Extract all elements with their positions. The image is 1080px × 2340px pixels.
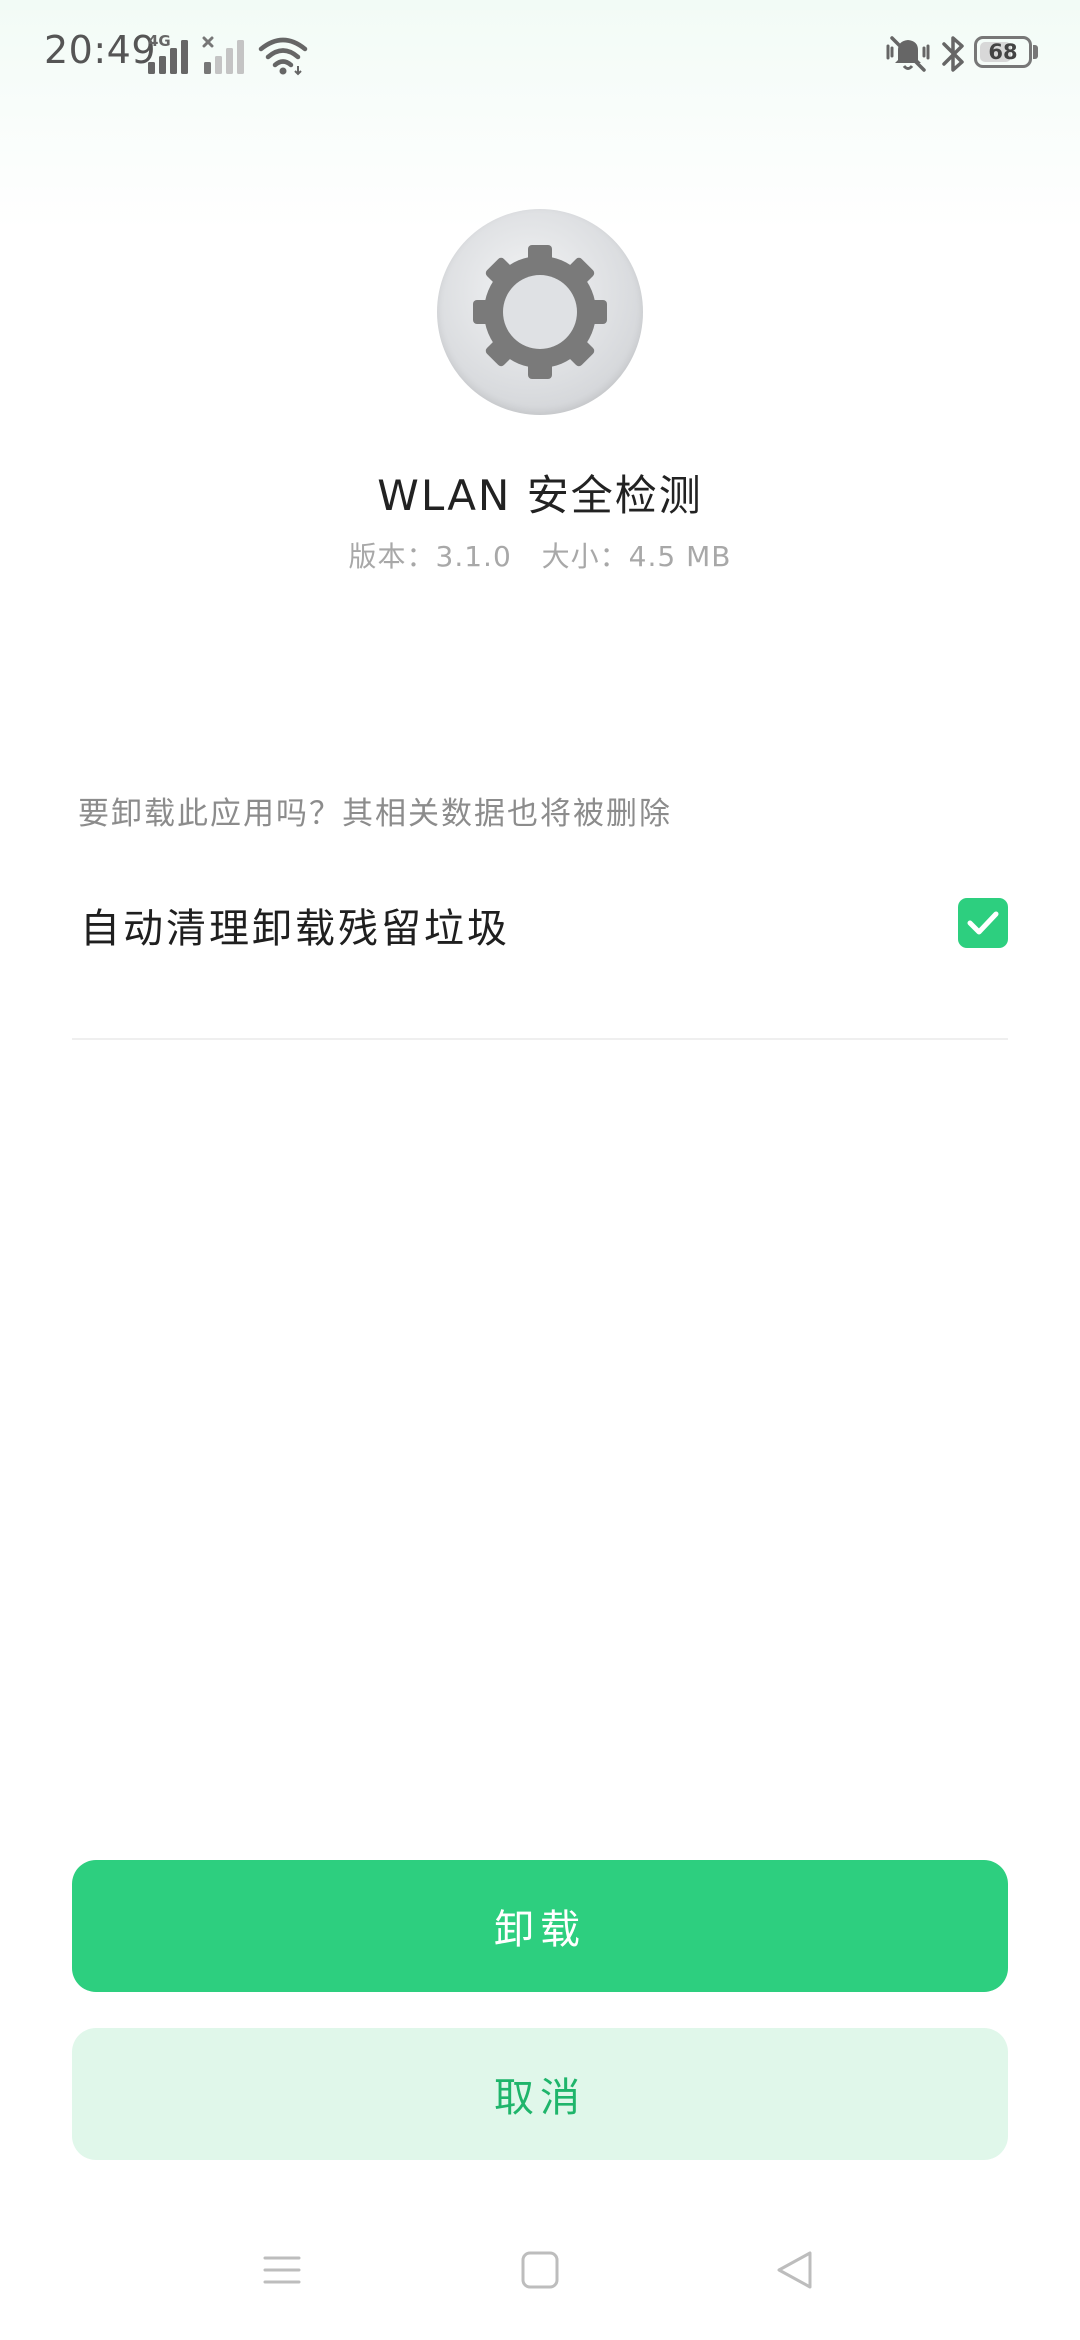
network-type-label: 4G	[148, 32, 171, 50]
cancel-button[interactable]: 取消	[72, 2028, 1008, 2160]
battery-percentage: 68	[988, 40, 1018, 64]
wifi-icon	[258, 36, 308, 80]
uninstall-button[interactable]: 卸载	[72, 1860, 1008, 1992]
status-time: 20:49	[44, 28, 157, 72]
auto-clean-option-label: 自动清理卸载残留垃圾	[80, 906, 510, 952]
signal-no-service-icon	[202, 36, 254, 80]
auto-clean-option-row[interactable]: 自动清理卸载残留垃圾	[72, 870, 1008, 970]
mute-vibrate-icon	[884, 30, 932, 82]
uninstall-screen: 20:49 4G 68 WLAN 安全检测 版本：3.1.0 大小：4.5 MB…	[0, 0, 1080, 2340]
home-icon[interactable]	[520, 2250, 560, 2294]
app-meta: 版本：3.1.0 大小：4.5 MB	[0, 535, 1080, 575]
gear-icon	[473, 245, 607, 379]
status-bar: 20:49 4G 68	[0, 0, 1080, 110]
app-name: WLAN 安全检测	[377, 471, 703, 520]
navigation-bar	[0, 2230, 1080, 2340]
app-icon	[437, 209, 643, 415]
menu-icon[interactable]	[262, 2250, 302, 2294]
back-icon[interactable]	[775, 2250, 815, 2294]
bluetooth-icon	[940, 30, 968, 82]
battery-cap	[1033, 45, 1038, 59]
divider	[72, 1038, 1008, 1040]
battery-icon: 68	[974, 36, 1032, 68]
app-version: 版本：3.1.0	[348, 540, 512, 573]
signal-icon: 4G	[146, 32, 198, 80]
auto-clean-checkbox[interactable]	[958, 898, 1008, 948]
checkmark-icon	[967, 911, 999, 935]
uninstall-question: 要卸载此应用吗？其相关数据也将被删除	[78, 796, 672, 832]
app-size: 大小：4.5 MB	[541, 540, 732, 573]
